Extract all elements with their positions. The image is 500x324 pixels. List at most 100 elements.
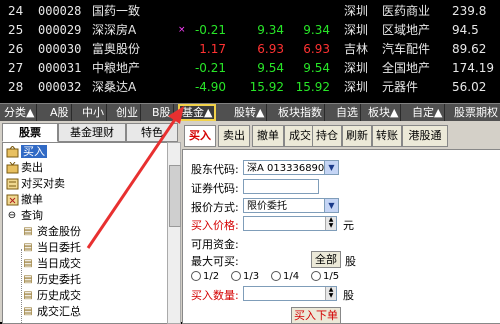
stock-industry: 区域地产 — [382, 23, 431, 37]
account-select[interactable]: 深A 0133368908 ▼ — [243, 160, 339, 175]
price-unit: 元 — [343, 219, 354, 232]
document-icon: ▤ — [23, 258, 33, 269]
stock-price: 6.93 — [257, 42, 284, 56]
ratio-third[interactable]: 1/3 — [231, 271, 259, 282]
tab-b-shares[interactable]: B股 — [150, 104, 174, 121]
max-buy-unit: 股 — [345, 255, 356, 268]
tree-item-trade-summary[interactable]: ▤ 成交汇总 — [21, 304, 81, 320]
tree-scrollbar[interactable] — [167, 142, 181, 324]
tab-neeq[interactable]: 股转▲ — [232, 104, 268, 121]
left-tab-bar: 股票 基金理财 特色 — [2, 123, 180, 142]
tab-transfer[interactable]: 转账 — [372, 125, 402, 147]
collapse-icon[interactable]: ⊖ — [5, 210, 19, 222]
table-row[interactable]: 26 000030 富奥股份 1.17 6.93 6.93 吉林 汽车配件 89… — [0, 40, 500, 58]
tree-item-sell[interactable]: 卖出 — [5, 160, 43, 176]
stock-price: 9.54 — [257, 61, 284, 75]
ratio-fifth[interactable]: 1/5 — [311, 271, 339, 282]
tab-stock-options[interactable]: 股票期权 — [452, 104, 500, 121]
tree-item-label: 查询 — [21, 209, 43, 222]
tab-watchlist[interactable]: 自选 — [334, 104, 361, 121]
stock-last: 6.93 — [303, 42, 330, 56]
tab-sector-index[interactable]: 板块指数 — [276, 104, 325, 121]
tab-positions[interactable]: 持仓 — [312, 125, 342, 147]
tab-refresh[interactable]: 刷新 — [342, 125, 372, 147]
tree-item-funds-holdings[interactable]: ▤ 资金股份 — [21, 224, 81, 240]
stock-industry: 医药商业 — [382, 4, 431, 18]
document-icon: ▤ — [23, 242, 33, 253]
table-row[interactable]: 27 000031 中粮地产 -0.21 9.54 9.54 深圳 全国地产 1… — [0, 59, 500, 77]
price-label: 买入价格: — [191, 219, 239, 232]
stock-industry: 元器件 — [382, 80, 419, 94]
tree-item-cancel-order[interactable]: 撤单 — [5, 192, 43, 208]
chevron-down-icon[interactable]: ▼ — [324, 199, 338, 212]
tab-a-shares[interactable]: A股 — [48, 104, 72, 121]
all-button[interactable]: 全部 — [311, 251, 341, 268]
table-row[interactable]: 24 000028 国药一致 深圳 医药商业 239.8 — [0, 2, 500, 20]
tab-buy[interactable]: 买入 — [184, 125, 216, 147]
tab-sell[interactable]: 卖出 — [218, 125, 250, 147]
ratio-label: 1/2 — [203, 271, 220, 282]
tab-hk-connect[interactable]: 港股通 — [402, 125, 448, 147]
order-type-label: 报价方式: — [191, 201, 239, 214]
stock-name: 深深房A — [92, 23, 137, 37]
order-type-select[interactable]: 限价委托 ▼ — [243, 198, 339, 213]
tree-item-history-trades[interactable]: ▤ 历史成交 — [21, 288, 81, 304]
tab-featured[interactable]: 特色 — [126, 123, 178, 142]
submit-buy-button[interactable]: 买入下单 — [291, 307, 341, 324]
tab-cancel[interactable]: 撤单 — [252, 125, 284, 147]
tab-custom[interactable]: 自定▲ — [410, 104, 446, 121]
document-icon: ▤ — [23, 226, 33, 237]
stock-value: 239.8 — [452, 4, 487, 18]
price-input[interactable]: ▲ ▼ — [243, 216, 337, 231]
price-stepper[interactable]: ▲ ▼ — [325, 217, 336, 230]
tab-fund[interactable]: 基金▲ — [178, 104, 217, 121]
radio-icon[interactable] — [231, 271, 241, 281]
buy-order-form: 股东代码: 深A 0133368908 ▼ 证券代码: 报价方式: 限价委托 ▼… — [182, 149, 500, 324]
max-buy-label: 最大可买: — [191, 255, 239, 268]
quantity-label: 买入数量: — [191, 289, 239, 302]
tree-item-today-orders[interactable]: ▤ 当日委托 — [21, 240, 81, 256]
tab-category[interactable]: 分类▲ — [2, 104, 38, 121]
chevron-down-icon[interactable]: ▼ — [324, 161, 338, 174]
tab-sector[interactable]: 板块▲ — [366, 104, 402, 121]
tree-item-label: 历史委托 — [37, 273, 81, 286]
tab-sme[interactable]: 中小 — [80, 104, 107, 121]
ratio-label: 1/3 — [243, 271, 260, 282]
tree-item-label: 卖出 — [21, 161, 43, 174]
tree-item-label: 当日委托 — [37, 241, 81, 254]
quantity-stepper[interactable]: ▲ ▼ — [325, 287, 336, 300]
table-row[interactable]: 25 000029 深深房A × -0.21 9.34 9.34 深圳 区域地产… — [0, 21, 500, 39]
tab-stocks[interactable]: 股票 — [2, 123, 58, 142]
tree-item-label: 历史成交 — [37, 289, 81, 302]
stock-name: 深桑达A — [92, 80, 137, 94]
stock-last: 9.54 — [303, 61, 330, 75]
account-value: 深A 0133368908 — [247, 163, 331, 174]
available-funds-label: 可用资金: — [191, 238, 239, 251]
radio-icon[interactable] — [311, 271, 321, 281]
tree-item-label: 资金股份 — [37, 225, 81, 238]
ratio-quarter[interactable]: 1/4 — [271, 271, 299, 282]
security-code-input[interactable] — [243, 179, 319, 194]
stock-region: 深圳 — [344, 80, 369, 94]
tab-fund-wealth[interactable]: 基金理财 — [58, 123, 126, 142]
stock-code: 000032 — [38, 80, 82, 94]
tree-item-today-trades[interactable]: ▤ 当日成交 — [21, 256, 81, 272]
stock-code: 000030 — [38, 42, 82, 56]
ratio-half[interactable]: 1/2 — [191, 271, 219, 282]
radio-icon[interactable] — [271, 271, 281, 281]
stock-value: 174.19 — [452, 61, 494, 75]
account-label: 股东代码: — [191, 163, 239, 176]
quantity-input[interactable]: ▲ ▼ — [243, 286, 337, 301]
tree-item-cross-trade[interactable]: 对买对卖 — [5, 176, 65, 192]
tree-item-buy[interactable]: 买入 — [5, 144, 47, 160]
tree-item-history-orders[interactable]: ▤ 历史委托 — [21, 272, 81, 288]
radio-icon[interactable] — [191, 271, 201, 281]
stock-name: 国药一致 — [92, 4, 141, 18]
stock-last: 15.92 — [295, 80, 330, 94]
scrollbar-thumb[interactable] — [169, 165, 181, 227]
tab-chinext[interactable]: 创业 — [114, 104, 141, 121]
tree-item-query[interactable]: ⊖ 查询 — [5, 208, 43, 224]
document-icon: ▤ — [23, 274, 33, 285]
tree-item-label: 对买对卖 — [21, 177, 65, 190]
table-row[interactable]: 28 000032 深桑达A -4.90 15.92 15.92 深圳 元器件 … — [0, 78, 500, 96]
